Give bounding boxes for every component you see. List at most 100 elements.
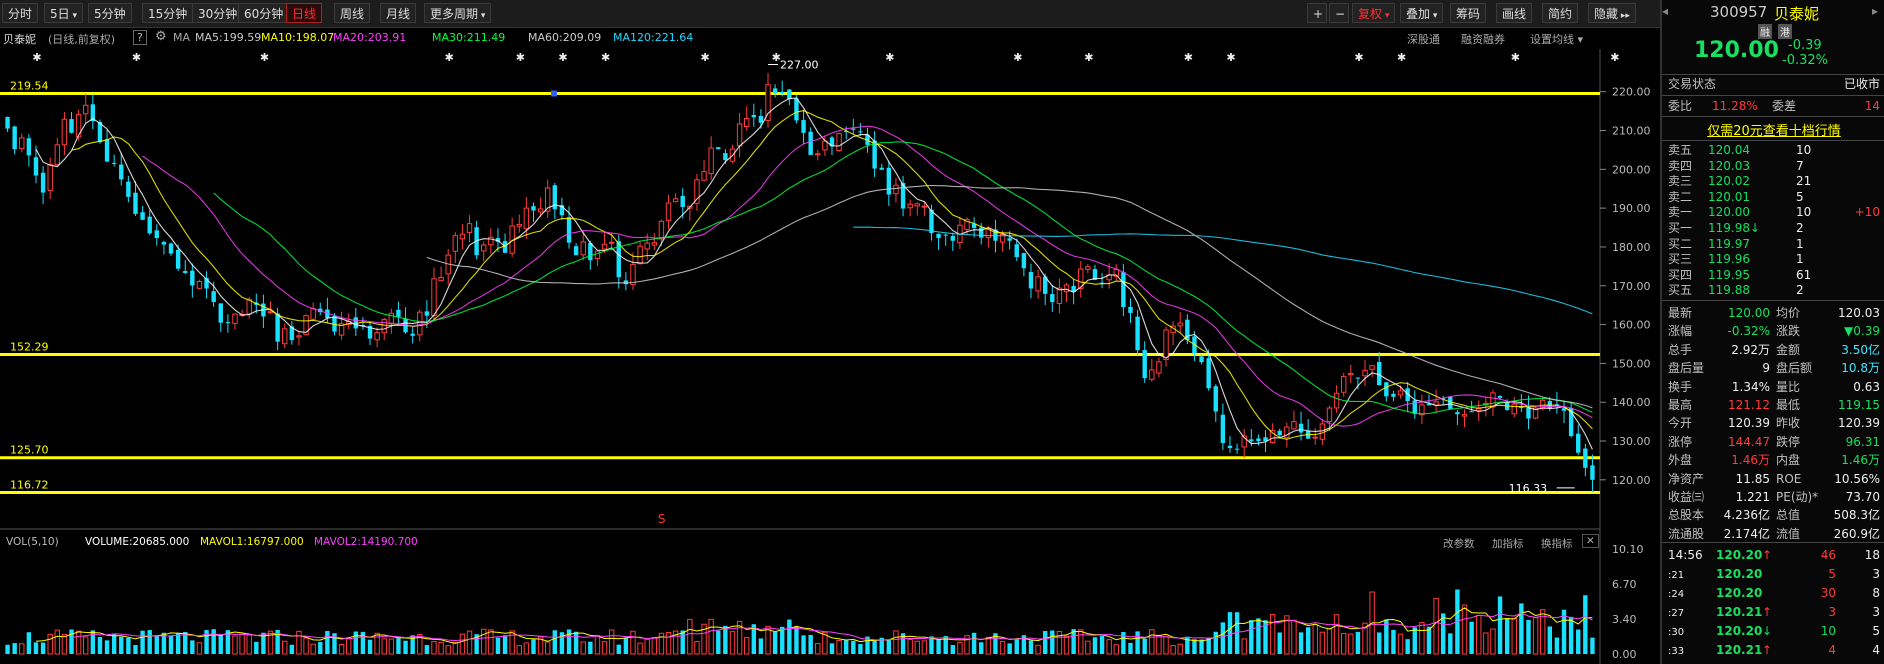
stat-row: 外盘 1.46万 内盘 1.46万 — [1668, 451, 1880, 469]
volume-bar-up — [466, 630, 473, 655]
collapse-right-icon[interactable]: ▸ — [1872, 4, 1878, 18]
book-price: 119.95 — [1708, 267, 1750, 282]
kline-chart[interactable]: 220.00 210.00 200.00 190.00 180.00 170.00 160.… — [0, 49, 1660, 664]
candle-body-up — [431, 278, 437, 317]
stat-label: 均价 — [1776, 306, 1801, 320]
shenzhen-connect-link[interactable]: 深股通 — [1407, 31, 1440, 47]
stat-row: 今开 120.39 昨收 120.39 — [1668, 414, 1880, 432]
collapse-left-icon[interactable]: ◂ — [1662, 4, 1668, 18]
overlay-dropdown[interactable]: 叠加 ▾ — [1400, 3, 1444, 23]
stat-value: 0.63 — [1853, 379, 1880, 394]
more-periods-dropdown[interactable]: 更多周期 ▾ — [424, 3, 492, 23]
event-star-icon: ✱ — [32, 51, 41, 64]
volume-bar-up — [580, 641, 586, 655]
volume-bar-up — [310, 643, 316, 655]
volume-bar-up — [1333, 614, 1340, 655]
zoom-in-button[interactable]: + — [1307, 3, 1327, 23]
volume-bar-up — [196, 642, 203, 655]
volume-bar-down — [616, 644, 621, 654]
volume-bar-down — [1007, 643, 1012, 654]
help-icon[interactable]: ? — [133, 30, 147, 45]
switch-indicator-button[interactable]: 换指标 — [1541, 536, 1573, 551]
volume-bar-up — [708, 618, 714, 655]
volume-bar-down — [1391, 629, 1396, 654]
tick-volume: 4 — [1828, 643, 1836, 657]
volume-bar-down — [979, 642, 984, 654]
margin-trading-link[interactable]: 融资融券 — [1461, 31, 1505, 47]
candle-body-down — [1007, 238, 1012, 241]
draw-line-button[interactable]: 画线 — [1496, 3, 1533, 23]
chips-button[interactable]: 筹码 — [1450, 3, 1487, 23]
period-15min-button[interactable]: 15分钟 — [142, 3, 194, 23]
volume-bar-up — [914, 640, 920, 655]
mavol2-value: MAVOL2:14190.700 — [314, 536, 418, 548]
stat-value: 2.92万 — [1731, 342, 1770, 357]
hide-button[interactable]: 隐藏 ▸▸ — [1588, 3, 1636, 23]
book-volume: 5 — [1796, 189, 1804, 204]
period-5min-button[interactable]: 5分钟 — [88, 3, 132, 23]
period-fenshi-button[interactable]: 分时 — [2, 3, 39, 23]
zoom-out-button[interactable]: − — [1329, 3, 1349, 23]
volume-bar-down — [254, 641, 259, 654]
add-indicator-button[interactable]: 加指标 — [1492, 536, 1524, 551]
candle-body-up — [267, 310, 274, 313]
book-price: 119.98↓ — [1708, 221, 1761, 235]
stat-label: 收益㈢ — [1668, 490, 1705, 504]
candle-body-down — [808, 131, 813, 155]
period-30min-button[interactable]: 30分钟 — [192, 3, 244, 23]
period-weekly-button[interactable]: 周线 — [334, 3, 371, 23]
edit-params-button[interactable]: 改参数 — [1443, 536, 1475, 551]
volume-bar-up — [743, 637, 750, 655]
candle-body-down — [588, 242, 593, 261]
volume-bar-down — [289, 644, 295, 654]
close-icon[interactable]: ✕ — [1582, 534, 1599, 548]
margin-badge: 融 — [1758, 24, 1772, 39]
event-star-icon: ✱ — [1610, 51, 1619, 64]
candle-body-down — [1497, 396, 1503, 398]
stat-label: 盘后量 — [1668, 361, 1705, 376]
candle-body-down — [1455, 412, 1460, 415]
stat-label: PE(动)* — [1776, 490, 1819, 504]
trade-status-row: 交易状态 已收市 — [1668, 75, 1880, 93]
volume-bar-down — [133, 645, 138, 654]
volume-bar-down — [1405, 639, 1410, 654]
period-5day-button[interactable]: 5日 ▾ — [44, 3, 84, 23]
candle-body-down — [424, 311, 430, 316]
volume-bar-down — [495, 637, 501, 654]
book-level-label: 卖五 — [1668, 143, 1693, 157]
stat-label: 最低 — [1776, 398, 1801, 412]
volume-bar-down — [1092, 637, 1098, 654]
settings-gear-icon[interactable]: ⚙ — [155, 29, 167, 44]
stat-value: 260.9亿 — [1833, 526, 1880, 541]
stat-value: 3.50亿 — [1841, 342, 1880, 357]
period-monthly-button[interactable]: 月线 — [380, 3, 417, 23]
volume-bar-up — [637, 642, 643, 655]
ma-settings-dropdown[interactable]: 设置均线 ▾ — [1530, 31, 1583, 47]
stat-label: 昨收 — [1776, 416, 1801, 431]
candle-body-up — [644, 242, 650, 250]
volume-bar-down — [318, 641, 323, 654]
volume-bar-down — [1504, 618, 1510, 654]
volume-bar-down — [531, 639, 536, 654]
book-volume: 10 — [1796, 205, 1812, 220]
volume-bar-down — [1440, 613, 1446, 654]
period-60min-button[interactable]: 60分钟 — [238, 3, 290, 23]
bid-row: 买二 119.97 1 — [1668, 237, 1880, 252]
stat-label: 外盘 — [1668, 453, 1693, 468]
candle-body-down — [772, 88, 778, 94]
candle-body-down — [1014, 244, 1019, 258]
y-tick-label: 170.00 — [1612, 280, 1651, 293]
level10-promo-link[interactable]: 仅需20元查看十档行情 — [1662, 120, 1884, 139]
period-daily-button[interactable]: 日线 — [286, 3, 323, 23]
tick-time: 14:56 — [1668, 548, 1703, 562]
restore-rights-dropdown[interactable]: 复权 ▾ — [1352, 3, 1396, 23]
volume-bar-up — [1170, 645, 1176, 655]
stat-value: -0.32% — [1727, 324, 1770, 339]
candle-body-down — [787, 89, 792, 100]
candle-body-up — [672, 198, 679, 203]
order-ratio-value: 11.28% — [1712, 99, 1758, 113]
candle-body-down — [119, 164, 124, 180]
volume-bar-up — [509, 630, 515, 655]
candle-body-down — [1298, 423, 1304, 433]
simple-mode-button[interactable]: 简约 — [1542, 3, 1579, 23]
